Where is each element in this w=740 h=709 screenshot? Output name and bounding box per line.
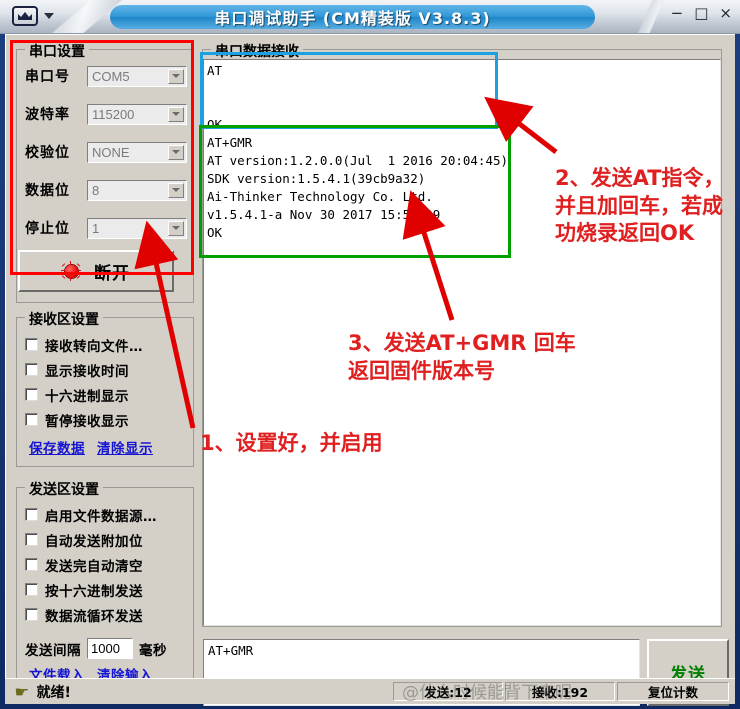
- status-reset-counter[interactable]: 复位计数: [617, 682, 729, 701]
- checkbox-hex-display-label: 十六进制显示: [45, 388, 129, 405]
- field-databits: 数据位 8: [25, 178, 187, 202]
- checkbox-icon[interactable]: [25, 608, 38, 621]
- receive-settings-group: 接收区设置 接收转向文件… 显示接收时间 十六进制显示 暂停接收显示 保存数据 …: [16, 309, 195, 467]
- field-databits-label: 数据位: [25, 183, 70, 199]
- minimize-button[interactable]: −: [671, 6, 684, 21]
- stopbits-select[interactable]: 1: [87, 217, 187, 239]
- checkbox-icon[interactable]: [25, 533, 38, 546]
- disconnect-button-label: 断开: [94, 263, 130, 284]
- checkbox-icon[interactable]: [25, 583, 38, 596]
- checkbox-icon[interactable]: [25, 388, 38, 401]
- checkbox-file-source-label: 启用文件数据源…: [45, 508, 157, 525]
- checkbox-auto-append-label: 自动发送附加位: [45, 533, 143, 550]
- send-interval-input[interactable]: 1000: [87, 638, 133, 659]
- field-port: 串口号 COM5: [25, 64, 187, 88]
- title-pill: 串口调试助手 (CM精装版 V3.8.3): [110, 5, 595, 29]
- crown-icon-glyph: [18, 12, 32, 20]
- checkbox-show-time-label: 显示接收时间: [45, 363, 129, 380]
- disconnect-button[interactable]: 断开: [18, 250, 174, 292]
- checkbox-auto-clear[interactable]: 发送完自动清空: [25, 554, 195, 575]
- close-button[interactable]: ×: [719, 6, 732, 21]
- led-bulb: [64, 264, 78, 278]
- data-receive-title: 串口数据接收: [211, 41, 303, 61]
- chevron-down-icon[interactable]: [168, 144, 184, 160]
- checkbox-pause-display[interactable]: 暂停接收显示: [25, 409, 195, 430]
- send-interval-row: 发送间隔 1000 毫秒: [25, 638, 167, 659]
- parity-value: NONE: [92, 144, 130, 160]
- window-title: 串口调试助手 (CM精装版 V3.8.3): [214, 9, 491, 28]
- crown-icon[interactable]: [12, 6, 38, 26]
- checkbox-pause-display-label: 暂停接收显示: [45, 413, 129, 430]
- chevron-down-icon[interactable]: [168, 68, 184, 84]
- receive-settings-title: 接收区设置: [25, 309, 103, 329]
- client-area: 串口设置 串口号 COM5 波特率 115200 校验位 NONE 数据位 8 …: [5, 34, 735, 706]
- port-select[interactable]: COM5: [87, 65, 187, 87]
- checkbox-icon[interactable]: [25, 413, 38, 426]
- status-ready: ☛ 就绪!: [14, 682, 71, 702]
- port-value: COM5: [92, 68, 130, 84]
- checkbox-icon[interactable]: [25, 508, 38, 521]
- receive-textarea[interactable]: AT OK AT+GMR AT version:1.2.0.0(Jul 1 20…: [203, 59, 721, 626]
- checkbox-hex-send[interactable]: 按十六进制发送: [25, 579, 195, 600]
- baud-select[interactable]: 115200: [87, 103, 187, 125]
- send-interval-unit: 毫秒: [139, 642, 167, 659]
- field-parity-label: 校验位: [25, 145, 70, 161]
- stopbits-value: 1: [92, 220, 100, 236]
- databits-select[interactable]: 8: [87, 179, 187, 201]
- databits-value: 8: [92, 182, 100, 198]
- receive-content: AT OK AT+GMR AT version:1.2.0.0(Jul 1 20…: [207, 63, 509, 240]
- checkbox-loop-send[interactable]: 数据流循环发送: [25, 604, 195, 625]
- status-led-icon: [61, 261, 81, 281]
- serial-settings-title: 串口设置: [25, 41, 89, 61]
- window-menu[interactable]: [12, 6, 54, 26]
- send-settings-title: 发送区设置: [25, 479, 103, 499]
- checkbox-loop-send-label: 数据流循环发送: [45, 608, 143, 625]
- window-controls: − □ ×: [671, 6, 732, 21]
- chevron-down-icon[interactable]: [168, 106, 184, 122]
- clear-display-link[interactable]: 清除显示: [97, 437, 153, 457]
- checkbox-recv-to-file[interactable]: 接收转向文件…: [25, 334, 195, 355]
- checkbox-icon[interactable]: [25, 338, 38, 351]
- checkbox-show-time[interactable]: 显示接收时间: [25, 359, 195, 380]
- receive-links: 保存数据 清除显示: [29, 437, 153, 457]
- app-window: 串口调试助手 (CM精装版 V3.8.3) − □ × 串口设置 串口号 COM…: [0, 0, 740, 709]
- checkbox-icon[interactable]: [25, 558, 38, 571]
- status-bar: ☛ 就绪! 发送:12 接收:192 复位计数: [5, 678, 735, 704]
- checkbox-file-source[interactable]: 启用文件数据源…: [25, 504, 195, 525]
- title-decoration-right: [638, 0, 664, 33]
- parity-select[interactable]: NONE: [87, 141, 187, 163]
- status-recv-counter: 接收:192: [505, 682, 615, 701]
- field-stopbits: 停止位 1: [25, 216, 187, 240]
- field-parity: 校验位 NONE: [25, 140, 187, 164]
- title-bar: 串口调试助手 (CM精装版 V3.8.3) − □ ×: [0, 0, 740, 34]
- field-baud-label: 波特率: [25, 107, 70, 123]
- maximize-button[interactable]: □: [694, 6, 708, 21]
- send-settings-group: 发送区设置 启用文件数据源… 自动发送附加位 发送完自动清空 按十六进制发送 数…: [16, 479, 195, 687]
- pointing-hand-icon: ☛: [14, 682, 30, 701]
- chevron-down-icon[interactable]: [168, 182, 184, 198]
- checkbox-icon[interactable]: [25, 363, 38, 376]
- save-data-link[interactable]: 保存数据: [29, 437, 85, 457]
- baud-value: 115200: [92, 106, 135, 122]
- field-port-label: 串口号: [25, 69, 70, 85]
- checkbox-recv-to-file-label: 接收转向文件…: [45, 338, 143, 355]
- status-sent-counter: 发送:12: [393, 682, 503, 701]
- checkbox-auto-clear-label: 发送完自动清空: [45, 558, 143, 575]
- checkbox-hex-send-label: 按十六进制发送: [45, 583, 143, 600]
- chevron-down-icon[interactable]: [168, 220, 184, 236]
- checkbox-hex-display[interactable]: 十六进制显示: [25, 384, 195, 405]
- field-stopbits-label: 停止位: [25, 221, 70, 237]
- field-baud: 波特率 115200: [25, 102, 187, 126]
- chevron-down-icon[interactable]: [44, 13, 54, 19]
- send-interval-label: 发送间隔: [25, 642, 81, 659]
- status-ready-text: 就绪!: [36, 684, 71, 701]
- checkbox-auto-append[interactable]: 自动发送附加位: [25, 529, 195, 550]
